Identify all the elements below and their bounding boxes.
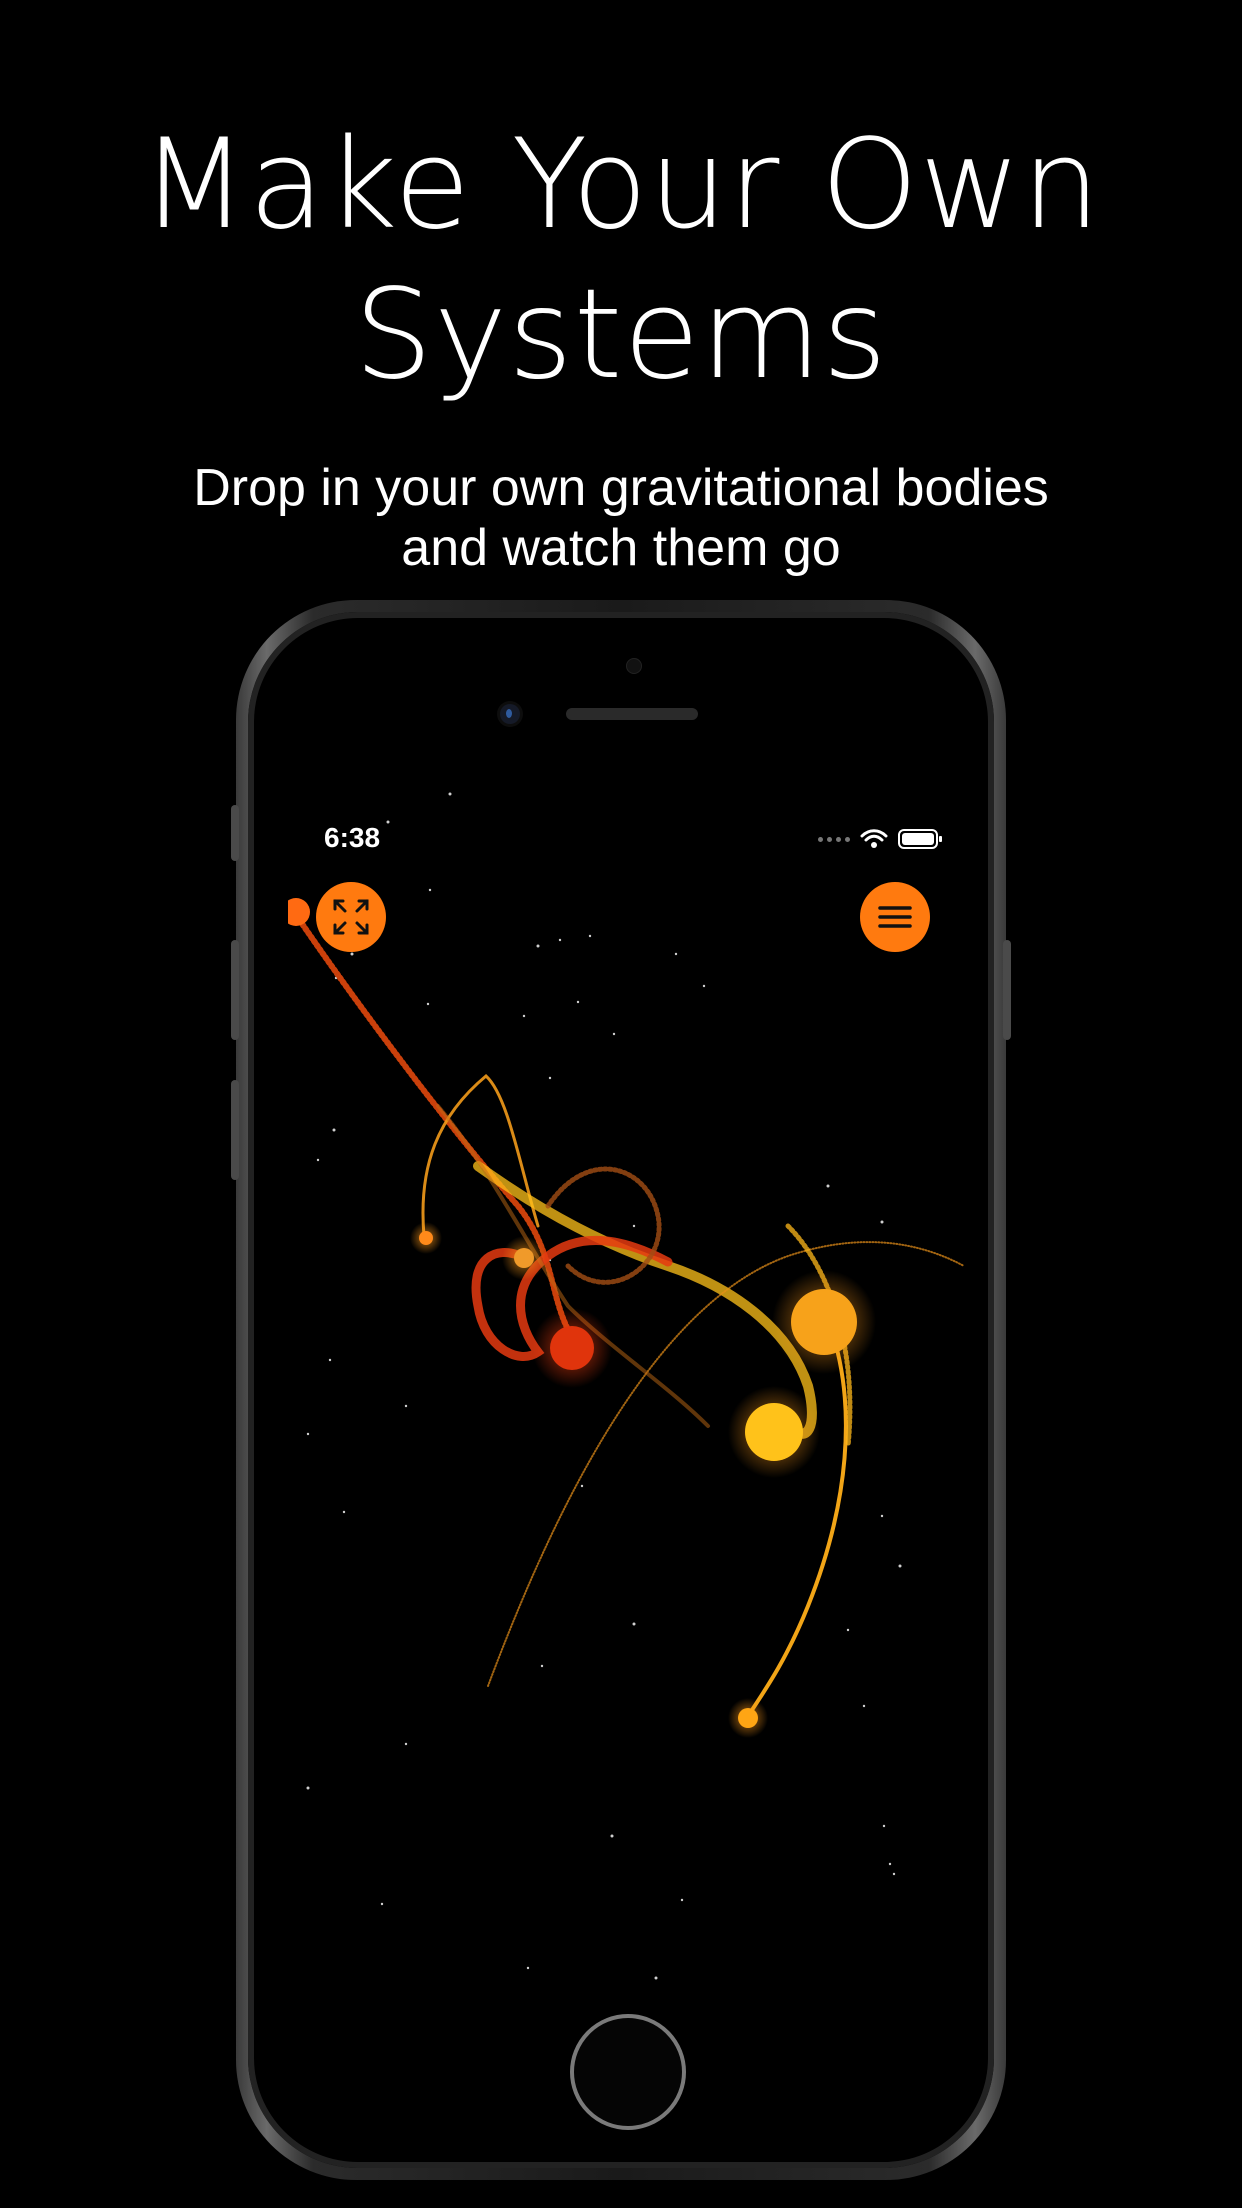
menu-icon <box>878 906 912 928</box>
subtitle: Drop in your own gravitational bodies an… <box>0 458 1242 578</box>
volume-up-button <box>231 940 239 1040</box>
power-button <box>1003 940 1011 1040</box>
signal-icon <box>818 836 850 842</box>
subtitle-line-1: Drop in your own gravitational bodies <box>193 459 1049 517</box>
home-button[interactable] <box>570 2014 686 2130</box>
earpiece-speaker <box>566 708 698 720</box>
volume-down-button <box>231 1080 239 1180</box>
fullscreen-button[interactable] <box>316 882 386 952</box>
gravity-simulation-canvas[interactable] <box>288 786 964 1982</box>
wifi-icon <box>860 829 888 848</box>
battery-icon <box>898 829 942 849</box>
subtitle-line-2: and watch them go <box>401 519 841 577</box>
front-camera <box>500 704 520 724</box>
title-line-1: Make Your Own <box>140 113 1102 257</box>
expand-icon <box>333 899 369 935</box>
mute-switch <box>231 805 239 861</box>
menu-button[interactable] <box>860 882 930 952</box>
trail-gold-descent <box>746 1324 848 1718</box>
title-line-2: Systems <box>354 263 888 407</box>
page-title: Make Your Own Systems <box>0 110 1242 410</box>
phone-frame: 6:38 <box>231 600 1011 2180</box>
status-time: 6:38 <box>324 822 381 853</box>
status-icons <box>818 826 942 852</box>
proximity-sensor <box>626 658 642 674</box>
trail-red-long <box>291 909 581 1349</box>
simulation-screen[interactable] <box>288 786 964 1982</box>
